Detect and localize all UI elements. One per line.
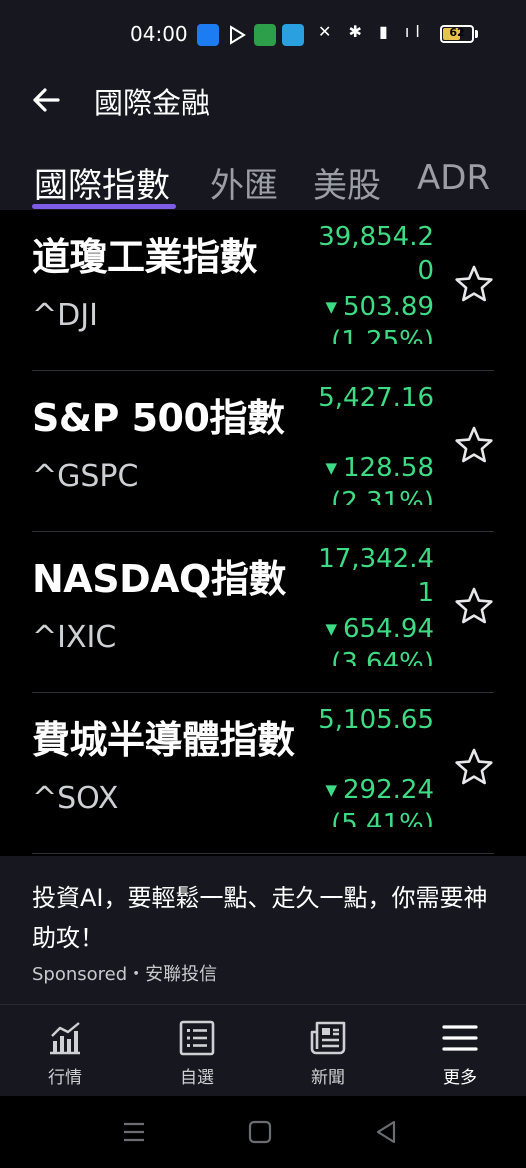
index-name: S&P 500指數 [32, 396, 285, 440]
back-nav-button[interactable] [372, 1118, 400, 1146]
battery-tip [475, 30, 478, 38]
tab-adr[interactable]: ADR [417, 158, 490, 198]
back-triangle-icon [376, 1120, 396, 1144]
system-status-icons: ✕ ✱ ▮ ıl [318, 22, 426, 41]
tab-international-indices[interactable]: 國際指數 [34, 158, 170, 207]
tab-us-stocks[interactable]: 美股 [313, 158, 381, 207]
back-button[interactable] [24, 78, 68, 122]
index-change: ▼ 128.58 (2.31%) [312, 451, 434, 505]
recent-apps-icon [124, 1122, 144, 1142]
star-icon [455, 426, 493, 463]
change-value: 654.94 [343, 614, 434, 644]
change-percent: (3.64%) [331, 648, 434, 666]
ad-text: 投資AI，要輕鬆一點、走久一點，你需要神助攻！ [32, 884, 488, 952]
down-triangle-icon: ▼ [325, 459, 338, 477]
index-change: ▼ 503.89 (1.25%) [312, 290, 434, 344]
sponsored-ad[interactable]: 投資AI，要輕鬆一點、走久一點，你需要神助攻！ Sponsored・安聯投信 [0, 856, 526, 1004]
change-value: 503.89 [343, 292, 434, 322]
index-symbol: ^IXIC [32, 620, 117, 655]
down-triangle-icon: ▼ [325, 620, 338, 638]
down-triangle-icon: ▼ [325, 298, 338, 316]
bottom-nav: 行情 自選 新聞 更多 [0, 1004, 526, 1096]
index-symbol: ^GSPC [32, 459, 139, 494]
nav-label: 更多 [443, 1068, 477, 1088]
add-to-watchlist-button[interactable] [452, 584, 496, 628]
battery-icon: 62 [440, 25, 474, 43]
star-icon [455, 587, 493, 624]
status-bar: 04:00 ✕ ✱ ▮ ıl 62 [0, 0, 526, 70]
index-name: 費城半導體指數 [32, 718, 295, 762]
tab-forex[interactable]: 外匯 [210, 158, 278, 207]
down-triangle-icon: ▼ [325, 781, 338, 799]
tab-indicator [32, 204, 176, 209]
battery-level: 62 [449, 26, 465, 39]
index-price: 5,427.16 [318, 383, 434, 413]
nav-watchlist[interactable]: 自選 [152, 1019, 242, 1088]
arrow-left-icon [33, 88, 60, 112]
app-store-icon [197, 24, 219, 46]
list-item[interactable]: 道瓊工業指數 ^DJI 39,854.20 ▼ 503.89 (1.25%) [32, 210, 494, 371]
menu-icon [442, 1025, 478, 1051]
app-bar: 國際金融 國際指數 外匯 美股 ADR [0, 70, 526, 210]
index-name: 道瓊工業指數 [32, 235, 258, 279]
list-item[interactable]: 費城半導體指數 ^SOX 5,105.65 ▼ 292.24 (5.41%) [32, 693, 494, 854]
news-icon [310, 1021, 346, 1055]
home-icon [248, 1120, 272, 1144]
page-title: 國際金融 [94, 86, 211, 120]
system-nav-bar [0, 1096, 526, 1168]
watchlist-icon [179, 1020, 215, 1056]
add-to-watchlist-button[interactable] [452, 423, 496, 467]
chart-icon [50, 1022, 80, 1055]
index-change: ▼ 292.24 (5.41%) [312, 773, 434, 827]
change-percent: (2.31%) [331, 487, 434, 505]
nav-label: 新聞 [311, 1068, 345, 1088]
recent-apps-button[interactable] [120, 1118, 148, 1146]
change-value: 292.24 [343, 775, 434, 805]
change-value: 128.58 [343, 453, 434, 483]
list-item[interactable]: NASDAQ指數 ^IXIC 17,342.41 ▼ 654.94 (3.64%) [32, 532, 494, 693]
nav-news[interactable]: 新聞 [283, 1019, 373, 1088]
change-percent: (1.25%) [331, 326, 434, 344]
star-icon [455, 748, 493, 785]
sheets-icon [254, 24, 276, 46]
change-percent: (5.41%) [331, 809, 434, 827]
nav-quotes[interactable]: 行情 [20, 1019, 110, 1088]
ad-sponsor: Sponsored・安聯投信 [32, 964, 218, 985]
star-icon [455, 265, 493, 302]
index-change: ▼ 654.94 (3.64%) [312, 612, 434, 666]
home-button[interactable] [246, 1118, 274, 1146]
index-symbol: ^DJI [32, 298, 98, 333]
index-price: 5,105.65 [318, 705, 434, 735]
list-item[interactable]: S&P 500指數 ^GSPC 5,427.16 ▼ 128.58 (2.31%) [32, 371, 494, 532]
index-price: 39,854.20 [318, 222, 434, 286]
nav-more[interactable]: 更多 [415, 1019, 505, 1088]
index-name: NASDAQ指數 [32, 557, 286, 601]
status-time: 04:00 [130, 22, 188, 46]
add-to-watchlist-button[interactable] [452, 262, 496, 306]
add-to-watchlist-button[interactable] [452, 745, 496, 789]
play-icon [226, 24, 248, 46]
nav-label: 行情 [48, 1068, 82, 1088]
index-price: 17,342.41 [318, 544, 434, 608]
index-symbol: ^SOX [32, 781, 119, 816]
telegram-icon [282, 24, 304, 46]
nav-label: 自選 [180, 1068, 214, 1088]
index-list: 道瓊工業指數 ^DJI 39,854.20 ▼ 503.89 (1.25%) S&… [0, 210, 526, 856]
tab-bar: 國際指數 外匯 美股 ADR [0, 150, 526, 210]
